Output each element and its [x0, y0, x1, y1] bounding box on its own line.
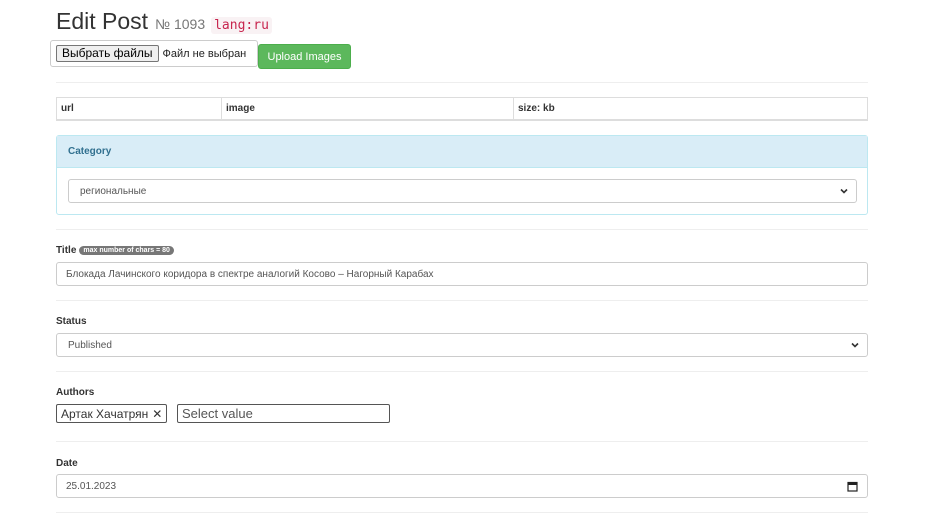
- author-tag-label: Артак Хачатрян: [61, 406, 149, 421]
- status-selected-value: Published: [68, 339, 112, 351]
- post-number: № 1093: [155, 16, 206, 32]
- remove-author-icon[interactable]: ✕: [152, 407, 162, 421]
- divider: [56, 82, 868, 83]
- authors-search-input[interactable]: Select value: [177, 404, 390, 423]
- files-table-header: url image size: kb: [56, 97, 868, 121]
- upload-images-button[interactable]: Upload Images: [258, 44, 351, 69]
- status-select[interactable]: Published: [56, 333, 868, 357]
- file-input[interactable]: Выбрать файлы Файл не выбран: [50, 40, 258, 67]
- divider: [56, 371, 868, 372]
- author-tag: Артак Хачатрян ✕: [56, 404, 168, 423]
- divider: [56, 441, 868, 442]
- divider: [56, 229, 868, 230]
- choose-files-button[interactable]: Выбрать файлы: [56, 45, 159, 62]
- title-label-row: Title max number of chars = 80: [56, 245, 174, 256]
- calendar-icon[interactable]: [847, 481, 858, 492]
- language-code: lang:ru: [211, 17, 272, 34]
- authors-label: Authors: [56, 387, 95, 398]
- category-heading: Category: [57, 136, 867, 168]
- title-input[interactable]: Блокада Лачинского коридора в спектре ан…: [56, 262, 868, 286]
- category-select[interactable]: региональные: [68, 179, 857, 203]
- column-header-image: image: [222, 98, 514, 119]
- category-panel: Category региональные: [56, 135, 868, 215]
- column-header-size: size: kb: [518, 103, 555, 114]
- page-title: Edit Post: [56, 8, 149, 34]
- divider: [56, 300, 868, 301]
- max-chars-badge: max number of chars = 80: [79, 246, 174, 255]
- divider: [56, 512, 868, 513]
- status-label: Status: [56, 316, 87, 327]
- page-heading: Edit Post № 1093 lang:ru: [56, 8, 272, 35]
- date-input[interactable]: 25.01.2023: [56, 474, 868, 498]
- category-selected-value: региональные: [80, 185, 147, 197]
- column-header-url: url: [57, 98, 222, 119]
- chevron-down-icon: [851, 342, 859, 348]
- no-file-chosen-text: Файл не выбран: [162, 47, 247, 60]
- title-label: Title: [56, 245, 77, 256]
- date-value: 25.01.2023: [66, 480, 117, 492]
- date-label: Date: [56, 458, 78, 469]
- chevron-down-icon: [840, 188, 848, 194]
